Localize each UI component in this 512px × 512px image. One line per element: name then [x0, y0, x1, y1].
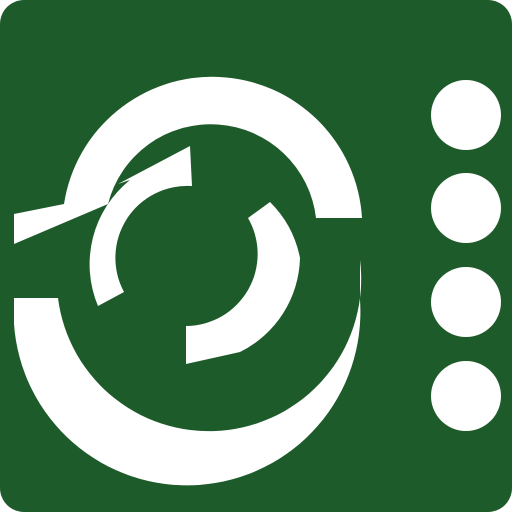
app-icon-graphic — [0, 0, 512, 512]
indicator-dot — [431, 80, 501, 150]
indicator-dot — [431, 361, 501, 431]
indicator-dot — [431, 173, 501, 243]
indicator-dot — [431, 267, 501, 337]
app-icon[interactable] — [0, 0, 512, 512]
